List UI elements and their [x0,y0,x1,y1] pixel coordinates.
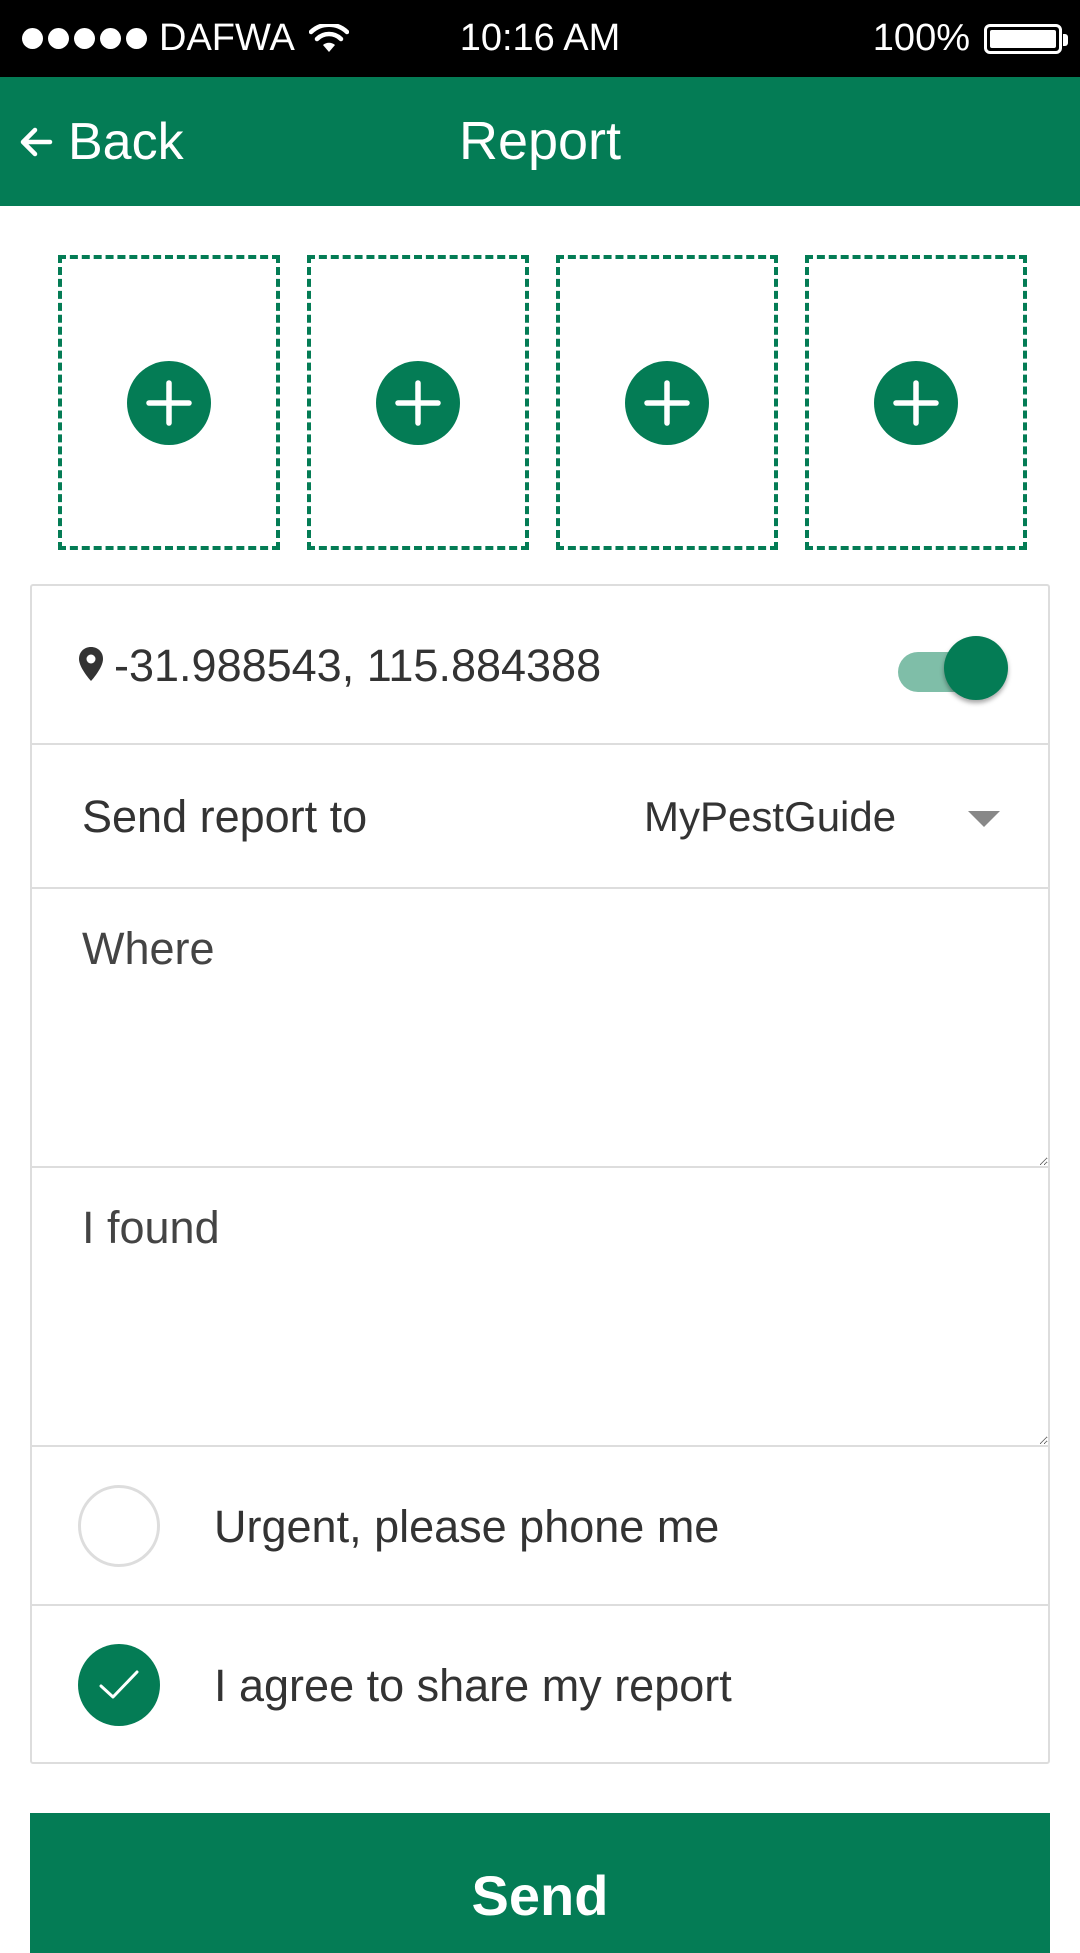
add-photo-slot-1[interactable] [58,255,280,550]
where-textarea[interactable] [32,889,1048,1166]
report-form: -31.988543, 115.884388 Send report to My… [30,584,1050,1764]
toggle-knob [944,636,1008,700]
agree-label: I agree to share my report [214,1660,732,1711]
add-photo-button[interactable] [127,360,211,445]
found-field-row [32,1168,1048,1447]
arrow-left-icon [20,127,53,156]
location-row: -31.988543, 115.884388 [32,586,1048,745]
send-report-to-label: Send report to [82,791,368,842]
add-photo-slot-2[interactable] [307,255,529,550]
add-photo-button[interactable] [625,360,709,445]
app-header: Back Report [0,77,1080,206]
back-label: Back [68,112,184,171]
add-photo-button[interactable] [376,360,460,445]
urgent-label: Urgent, please phone me [214,1501,720,1552]
add-photo-slot-4[interactable] [805,255,1027,550]
where-field-row [32,889,1048,1168]
status-right: 100% [872,0,1068,77]
map-pin-icon [79,647,103,681]
checkmark-icon [99,1670,139,1699]
send-report-to-value: MyPestGuide [644,793,897,840]
location-toggle[interactable] [898,636,1008,700]
send-button[interactable]: Send [30,1813,1050,1953]
location-coordinates: -31.988543, 115.884388 [114,640,602,691]
plus-icon [146,379,192,426]
plus-icon [893,379,939,426]
agree-option[interactable]: I agree to share my report [32,1606,1048,1765]
urgent-checkbox[interactable] [78,1485,160,1567]
add-photo-button[interactable] [874,360,958,445]
urgent-option[interactable]: Urgent, please phone me [32,1447,1048,1606]
caret-down-icon [968,811,1000,827]
plus-icon [644,379,690,426]
status-bar: DAFWA 10:16 AM 100% [0,0,1080,77]
send-report-to-select[interactable]: Send report to MyPestGuide [32,745,1048,889]
found-textarea[interactable] [32,1168,1048,1445]
back-button[interactable]: Back [16,77,184,206]
battery-percentage: 100% [872,17,970,59]
add-photo-slot-3[interactable] [556,255,778,550]
battery-icon [984,23,1068,54]
agree-checkbox[interactable] [78,1644,160,1726]
plus-icon [395,379,441,426]
